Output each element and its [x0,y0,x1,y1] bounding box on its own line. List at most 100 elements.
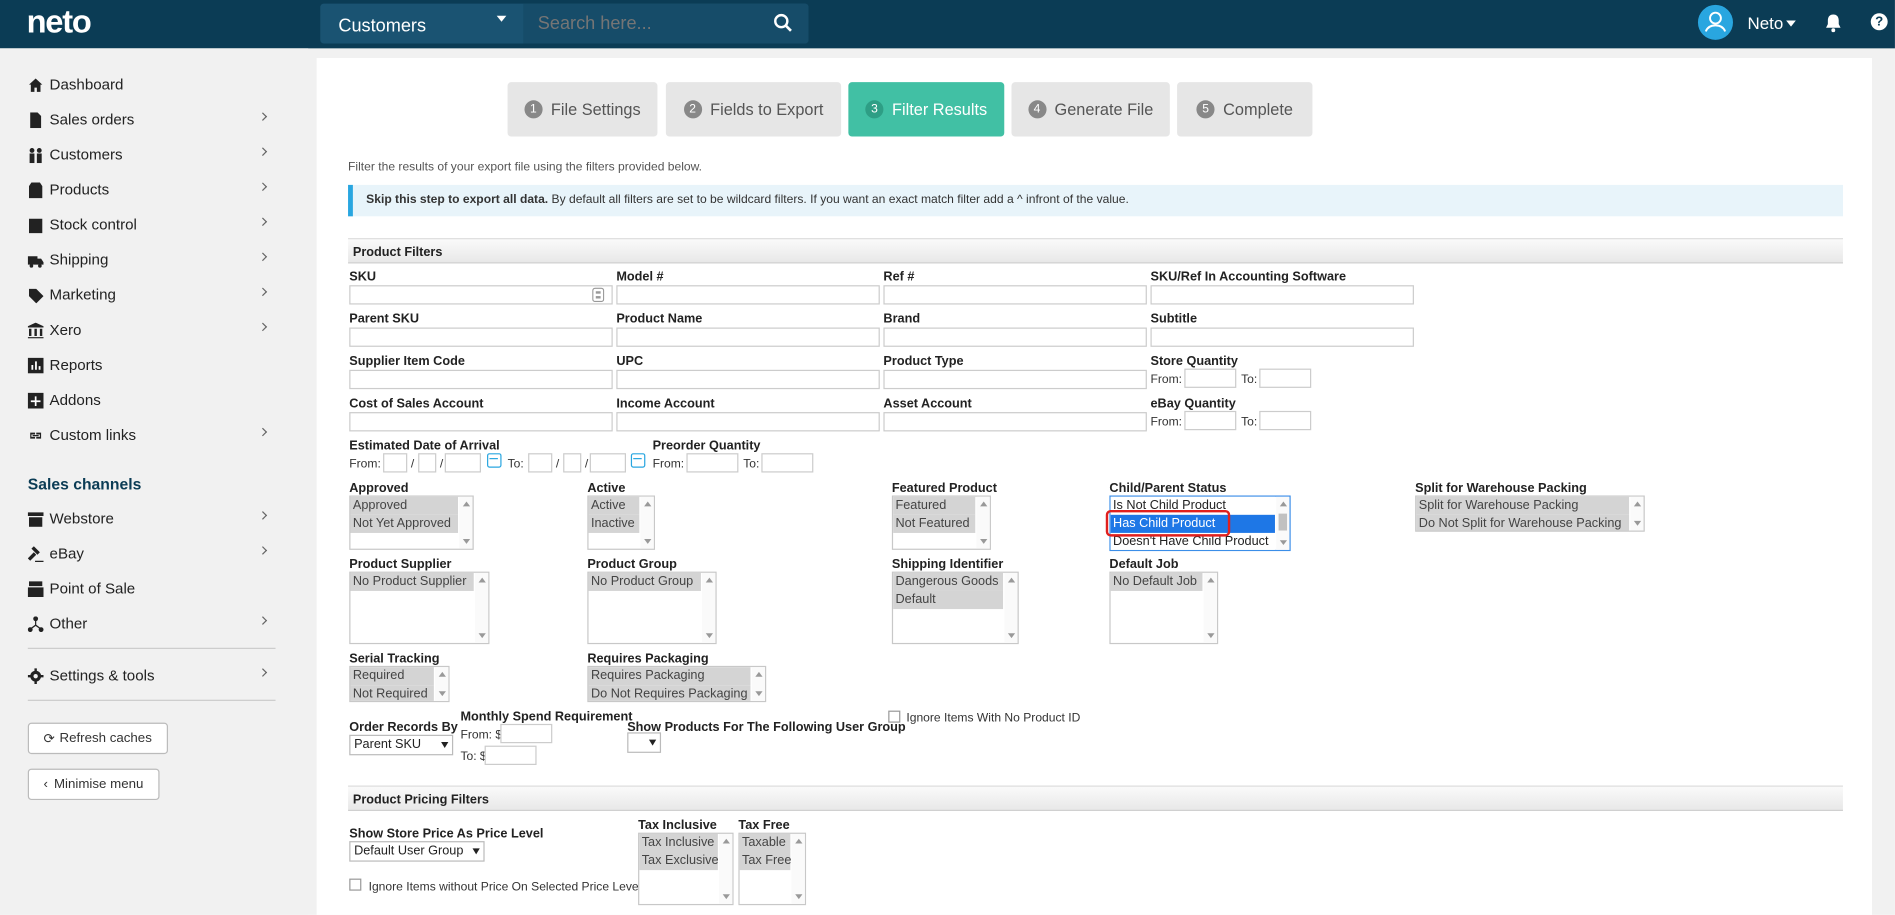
list-option[interactable]: No Product Group [588,572,701,591]
model-input[interactable] [616,285,880,305]
list-option[interactable]: Do Not Split for Warehouse Packing [1416,514,1630,531]
list-option[interactable]: Tax Inclusive [639,833,718,852]
list-option[interactable]: Default [893,590,1004,610]
list-option[interactable]: No Product Supplier [350,572,474,591]
sidebar-item-marketing[interactable]: Marketing [28,282,276,309]
step-filter-results[interactable]: 3 Filter Results [848,82,1005,137]
list-option[interactable]: Split for Warehouse Packing [1416,496,1630,515]
search-icon[interactable] [773,13,792,32]
price-level-select[interactable]: Default User Group [349,841,485,862]
cost-of-sales-input[interactable] [349,412,613,432]
sidebar-item-products[interactable]: Products [28,176,276,203]
list-option[interactable]: Active [588,496,640,515]
calendar-icon[interactable] [630,453,646,468]
ignore-no-product-id-checkbox[interactable] [888,710,901,723]
sidebar-item-dashboard[interactable]: Dashboard [28,71,276,98]
product-name-input[interactable] [616,327,880,347]
sidebar-item-stock-control[interactable]: Stock control [28,211,276,238]
preorder-to-input[interactable] [761,453,814,473]
sidebar-item-reports[interactable]: Reports [27,352,276,379]
featured-product-listbox[interactable]: Featured Not Featured [891,495,991,550]
scrollbar[interactable] [791,833,805,904]
default-job-listbox[interactable]: No Default Job [1109,571,1219,645]
eta-from-year[interactable] [444,453,481,473]
monthly-spend-from-input[interactable] [500,723,553,744]
scrollbar[interactable] [1004,572,1018,643]
list-option[interactable]: Do Not Requires Packaging [588,685,751,701]
list-icon[interactable] [592,287,605,303]
tax-free-listbox[interactable]: Taxable Tax Free [738,832,807,906]
section-select[interactable]: Customers [338,16,426,37]
scrollbar[interactable] [435,667,449,701]
sidebar-item-webstore[interactable]: Webstore [27,505,276,532]
scrollbar[interactable] [640,496,654,549]
chevron-down-icon[interactable] [496,15,507,22]
sidebar-item-custom-links[interactable]: Custom links [28,422,276,449]
list-option[interactable]: Required [350,667,434,686]
sidebar-item-addons[interactable]: Addons [27,387,276,414]
sidebar-item-xero[interactable]: Xero [27,317,276,344]
active-listbox[interactable]: Active Inactive [587,495,656,550]
store-qty-to-input[interactable] [1259,368,1312,388]
user-menu[interactable]: Neto [1747,13,1783,32]
eta-from-month[interactable] [418,453,437,473]
eta-from-day[interactable] [383,453,408,473]
eta-to-day[interactable] [528,453,553,473]
preorder-from-input[interactable] [686,453,739,473]
sidebar-item-sales-orders[interactable]: Sales orders [28,106,276,133]
sidebar-item-other[interactable]: Other [27,610,276,637]
list-option[interactable]: Requires Packaging [588,667,751,686]
list-option[interactable]: Taxable [739,833,791,852]
list-option[interactable]: Not Featured [893,514,976,533]
step-file-settings[interactable]: 1 File Settings [507,82,658,137]
asset-account-input[interactable] [883,412,1147,432]
product-supplier-listbox[interactable]: No Product Supplier [349,571,490,645]
scrollbar[interactable] [459,496,473,549]
scrollbar[interactable] [1203,572,1217,643]
brand-input[interactable] [883,327,1147,347]
step-generate-file[interactable]: 4 Generate File [1011,82,1170,137]
monthly-spend-to-input[interactable] [484,745,537,765]
product-group-listbox[interactable]: No Product Group [587,571,717,645]
list-option[interactable]: Featured [893,496,976,515]
product-type-input[interactable] [883,369,1147,390]
minimise-menu-button[interactable]: ‹ Minimise menu [27,768,160,801]
split-warehouse-listbox[interactable]: Split for Warehouse Packing Do Not Split… [1415,495,1645,532]
help-icon[interactable]: ? [1870,13,1888,31]
income-account-input[interactable] [616,412,880,432]
list-option[interactable]: Dangerous Goods [893,572,1004,591]
scrollbar[interactable] [751,667,765,701]
eta-to-year[interactable] [589,453,627,473]
approved-listbox[interactable]: Approved Not Yet Approved [349,495,474,550]
avatar[interactable] [1697,4,1733,40]
list-option[interactable]: Not Required [350,685,434,701]
serial-tracking-listbox[interactable]: Required Not Required [349,665,450,703]
store-qty-from-input[interactable] [1184,368,1237,388]
search-input[interactable] [523,3,809,44]
scrollbar[interactable] [474,572,489,643]
sku-ref-input[interactable] [1150,285,1414,305]
step-fields-to-export[interactable]: 2 Fields to Export [665,82,842,137]
list-option[interactable]: Inactive [588,514,640,533]
eta-to-month[interactable] [563,453,582,473]
sidebar-item-point-of-sale[interactable]: Point of Sale [27,575,276,602]
requires-packaging-listbox[interactable]: Requires Packaging Do Not Requires Packa… [587,665,767,703]
refresh-caches-button[interactable]: ⟳ Refresh caches [27,722,168,755]
list-option[interactable]: Tax Free [739,851,791,871]
upc-input[interactable] [616,369,880,390]
subtitle-input[interactable] [1150,327,1414,347]
sidebar-item-shipping[interactable]: Shipping [27,247,276,274]
sku-input[interactable] [349,285,613,305]
list-option[interactable]: Approved [350,496,459,515]
scrollbar[interactable] [719,833,733,904]
scrollbar[interactable] [702,572,716,643]
ebay-qty-from-input[interactable] [1184,410,1237,431]
list-option[interactable]: No Default Job [1110,572,1203,591]
ebay-qty-to-input[interactable] [1259,410,1312,431]
scrollbar[interactable] [1276,496,1290,550]
calendar-icon[interactable] [487,453,502,468]
order-records-select[interactable]: Parent SKU [349,734,454,756]
parent-sku-input[interactable] [349,327,613,347]
shipping-identifier-listbox[interactable]: Dangerous Goods Default [891,571,1019,645]
step-complete[interactable]: 5 Complete [1177,82,1313,137]
